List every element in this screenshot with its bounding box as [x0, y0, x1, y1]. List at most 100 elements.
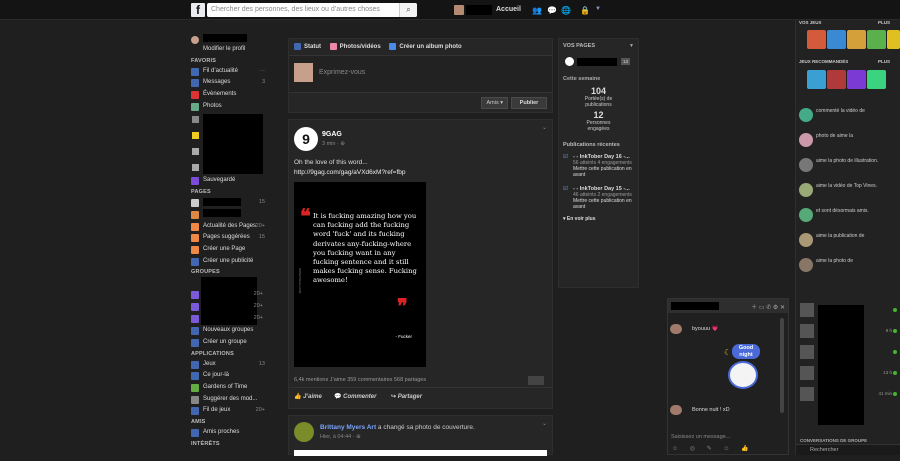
nav-gardens-of-time[interactable]: Gardens of Time [189, 382, 271, 394]
contact-item[interactable] [796, 342, 900, 363]
friends-icon[interactable]: 👥 [532, 6, 542, 15]
tab-album[interactable]: Créer un album photo [389, 42, 462, 50]
edit-profile-link[interactable]: Modifier le profil [189, 44, 271, 56]
nav-suggested-pages[interactable]: Pages suggérées 15 [189, 232, 271, 244]
boost-post-link[interactable]: Mettre cette publication en avant [573, 166, 634, 178]
nav-messages[interactable]: Messages 3 [189, 77, 271, 89]
game-icon[interactable] [847, 70, 866, 89]
contact-item[interactable]: 41 min [796, 384, 900, 405]
chat-scrollbar[interactable] [780, 318, 784, 413]
contact-item[interactable]: 9 h [796, 321, 900, 342]
boost-post-link[interactable]: Mettre cette publication en avant [573, 198, 634, 210]
game-icon[interactable] [867, 70, 886, 89]
cover-photo[interactable] [294, 450, 547, 456]
profile-name-redacted[interactable] [466, 5, 492, 15]
close-icon[interactable]: ✕ [780, 305, 785, 311]
publish-button[interactable]: Publier [511, 97, 547, 109]
page-row[interactable]: 13 [563, 57, 634, 67]
game-icon[interactable] [867, 30, 886, 49]
video-icon[interactable]: ▭ [759, 305, 765, 311]
game-icon[interactable] [847, 30, 866, 49]
nav-suggest-edits[interactable]: Suggérer des mod... [189, 394, 271, 406]
nav-photos[interactable]: Photos [189, 101, 271, 113]
nav-new-groups[interactable]: Nouveaux groupes [189, 325, 271, 337]
post-text: Oh the love of this word... [294, 159, 368, 166]
profile-item[interactable] [189, 34, 271, 44]
nav-pages-feed[interactable]: Actualité des Pages 20+ [189, 221, 271, 233]
chat-message-input[interactable]: Saisissez un message... [671, 434, 730, 440]
9gag-logo-icon[interactable]: 9 [294, 127, 318, 151]
quote-text: It is fucking amazing how you can fuckin… [313, 212, 417, 285]
ticker-item[interactable]: aime la photo de [796, 256, 900, 281]
nav-news-feed[interactable]: Fil d’actualité ··· [189, 66, 271, 78]
engaged-label: Personnes engagées [586, 120, 611, 132]
post-time[interactable]: 3 min · ⊕ [322, 141, 345, 147]
chevron-down-icon[interactable]: ▼ [595, 6, 601, 12]
ticker-item[interactable]: et sont désormais amis. [796, 206, 900, 231]
game-icon[interactable] [807, 70, 826, 89]
nav-create-ad[interactable]: Créer une publicité [189, 256, 271, 268]
nav-on-this-day[interactable]: Ce jour-là [189, 370, 271, 382]
viewer-avatar-selector[interactable] [528, 376, 544, 385]
contact-item[interactable] [796, 300, 900, 321]
game-icon[interactable] [827, 30, 846, 49]
nav-close-friends[interactable]: Amis proches [189, 427, 271, 439]
chevron-down-icon[interactable]: ⌄ [542, 124, 547, 131]
tab-photos[interactable]: Photos/vidéos [329, 42, 381, 50]
recent-post-2[interactable]: ☑ - - InkTober Day 15 -... 46 atteints 2… [563, 186, 634, 210]
reaction-counts[interactable]: 6,4k mentions J’aime 359 commentaires 56… [294, 377, 426, 383]
ticker-item[interactable]: aime la photo de illustration. [796, 156, 900, 181]
recommended-plus-link[interactable]: PLUS [878, 59, 890, 64]
notifications-icon[interactable]: 🌐 [561, 6, 571, 15]
nav-saved[interactable]: Sauvegardé [189, 175, 271, 187]
profile-avatar[interactable] [454, 5, 464, 15]
game-icon[interactable] [807, 30, 826, 49]
post-link[interactable]: http://9gag.com/gag/aVXd6xM?ref=fbp [289, 168, 552, 178]
post-time[interactable]: Hier, à 04:44 · ⊕ [320, 434, 361, 440]
tab-status[interactable]: Statut [294, 42, 321, 50]
privacy-icon[interactable]: 🔒 [580, 6, 590, 15]
search-icon[interactable]: ⌕ [399, 3, 417, 17]
chat-header[interactable]: ＋ ▭ ✆ ⚙ ✕ [668, 299, 788, 313]
chevron-down-icon[interactable]: ▼ [629, 43, 634, 49]
chat-search-input[interactable]: Rechercher [796, 444, 900, 455]
nav-create-page[interactable]: Créer une Page [189, 244, 271, 256]
games-plus-link[interactable]: PLUS [878, 20, 890, 25]
avatar[interactable] [294, 422, 314, 442]
groups-icon [191, 327, 199, 336]
composer-input[interactable]: Exprimez-vous [289, 56, 552, 92]
contact-item[interactable]: 13 h [796, 363, 900, 384]
page-item-redacted-2[interactable] [189, 209, 271, 221]
phone-icon[interactable]: ✆ [766, 305, 771, 311]
good-night-sticker[interactable]: ☾ Good night [724, 344, 764, 394]
nav-games-feed[interactable]: Fil de jeux 20+ [189, 405, 271, 417]
audience-selector[interactable]: Amis ▾ [481, 97, 508, 109]
comment-button[interactable]: 💬 Commenter [334, 393, 376, 400]
online-dot [893, 329, 897, 333]
messages-icon[interactable]: 💬 [547, 6, 557, 15]
add-people-icon[interactable]: ＋ [751, 305, 757, 311]
share-button[interactable]: ↪ Partager [391, 393, 422, 400]
game-icon[interactable] [887, 30, 900, 49]
search-input[interactable]: Chercher des personnes, des lieux ou d’a… [207, 3, 417, 17]
facebook-logo-icon[interactable]: f [191, 3, 205, 17]
ticker-item[interactable]: commenté la vidéo de [796, 106, 900, 131]
ticker-item[interactable]: aime la publication de [796, 231, 900, 256]
ticker-item[interactable]: aime la vidéo de Top Vines. [796, 181, 900, 206]
settings-icon[interactable]: ⚙ [773, 305, 778, 311]
game-icon[interactable] [827, 70, 846, 89]
chat-toolbar[interactable]: ☺ ◎ ✎ ☺ 👍 [672, 445, 754, 452]
post-image[interactable]: ❝ It is fucking amazing how you can fuck… [294, 182, 426, 367]
home-link[interactable]: Accueil [496, 6, 521, 13]
like-button[interactable]: 👍 J’aime [294, 393, 322, 400]
nav-create-group[interactable]: Créer un groupe [189, 337, 271, 349]
ticker-item[interactable]: photo de aime la [796, 131, 900, 156]
panel-title: VOS PAGES [563, 43, 595, 49]
chevron-down-icon[interactable]: ⌄ [542, 420, 547, 427]
post-author[interactable]: 9GAG [322, 131, 342, 138]
nav-games[interactable]: Jeux 13 [189, 359, 271, 371]
nav-events[interactable]: Évènements [189, 89, 271, 101]
page-item-redacted[interactable]: 15 [189, 197, 271, 209]
recent-post-1[interactable]: ☑ - - InkTober Day 16 -... 56 atteints 4… [563, 154, 634, 178]
see-more-link[interactable]: ▾ En voir plus [563, 216, 634, 222]
